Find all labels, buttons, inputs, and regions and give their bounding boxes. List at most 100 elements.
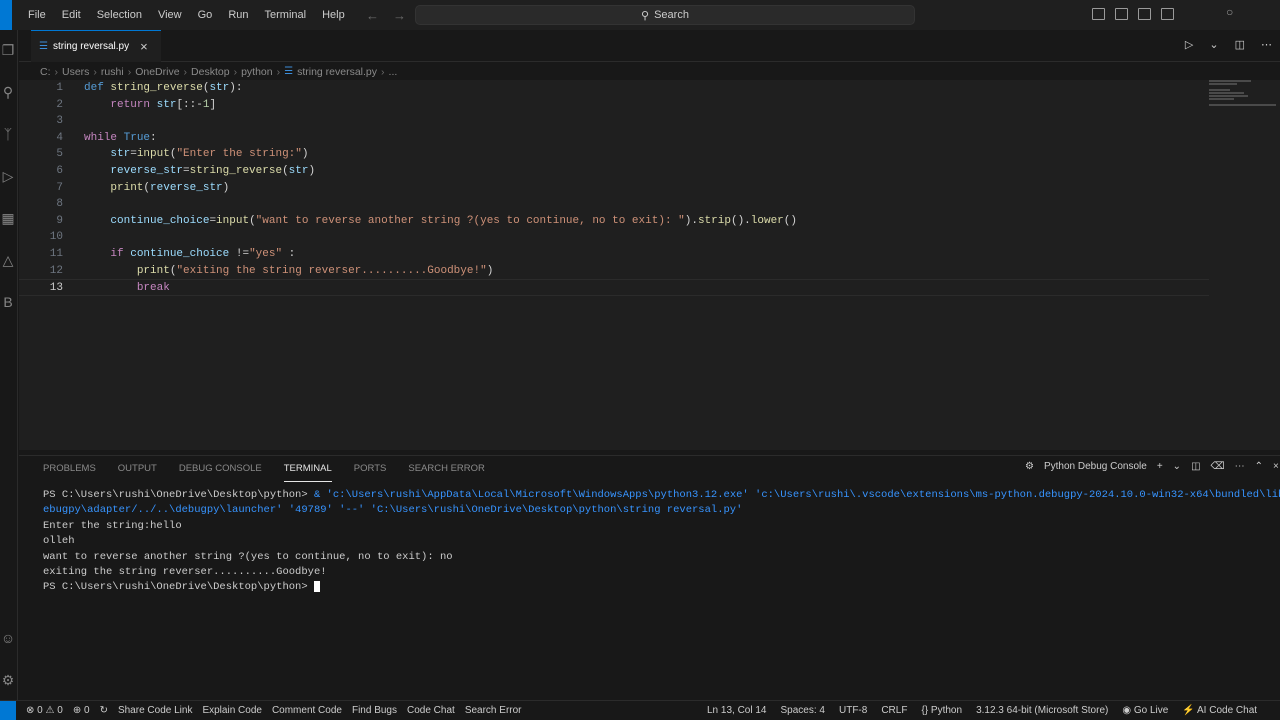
breadcrumb-python[interactable]: python [241, 66, 273, 78]
explain-code[interactable]: Explain Code [202, 705, 261, 716]
search-error[interactable]: Search Error [465, 705, 522, 716]
run-debug-icon[interactable]: ▷ [0, 168, 16, 184]
command-center-search[interactable]: ⚲ Search [415, 5, 915, 25]
back-arrow-icon[interactable]: ← [366, 8, 379, 23]
status-bar: ⊗ 0 ⚠ 0 ⊕ 0 ↻ Share Code Link Explain Co… [0, 700, 1280, 720]
new-terminal-icon[interactable]: + [1157, 461, 1163, 472]
tab-search-error[interactable]: SEARCH ERROR [408, 462, 485, 482]
breadcrumb-symbol[interactable]: ... [389, 66, 398, 78]
tab-output[interactable]: OUTPUT [118, 462, 157, 482]
testing-icon[interactable]: △ [0, 252, 16, 268]
explorer-icon[interactable]: ❐ [0, 42, 16, 58]
extensions-icon[interactable]: ▦ [0, 210, 16, 226]
code-line[interactable]: 8 [19, 196, 1209, 213]
go-live[interactable]: ◉ Go Live [1122, 705, 1168, 716]
code-line[interactable]: 12 print("exiting the string reverser...… [19, 263, 1209, 280]
find-bugs[interactable]: Find Bugs [352, 705, 397, 716]
source-control-icon[interactable]: ᛉ [0, 126, 16, 142]
breadcrumb-rushi[interactable]: rushi [101, 66, 124, 78]
toggle-sidebar-icon[interactable] [1092, 8, 1105, 20]
close-panel-icon[interactable]: × [1273, 461, 1279, 472]
problems-status[interactable]: ⊗ 0 ⚠ 0 [26, 705, 63, 716]
share-icon[interactable]: ↻ [100, 705, 108, 716]
line-number: 6 [56, 164, 63, 177]
toggle-panel-icon[interactable] [1115, 8, 1128, 20]
more-actions-icon[interactable]: ⋯ [1261, 38, 1272, 51]
line-number: 13 [49, 282, 63, 295]
code-chat[interactable]: Code Chat [407, 705, 455, 716]
code-line[interactable]: 4 while True: [19, 130, 1209, 147]
trash-icon[interactable]: ⌫ [1211, 461, 1225, 472]
terminal-cursor [313, 581, 320, 593]
line-number: 12 [49, 264, 63, 277]
language-mode[interactable]: {} Python [921, 705, 962, 716]
menu-go[interactable]: Go [190, 0, 221, 30]
menu-edit[interactable]: Edit [54, 0, 89, 30]
terminal-profile-label[interactable]: Python Debug Console [1044, 461, 1147, 472]
search-icon[interactable]: ⚲ [0, 84, 16, 100]
forward-arrow-icon[interactable]: → [393, 8, 406, 23]
breadcrumb-drive[interactable]: C: [40, 66, 51, 78]
ports-status[interactable]: ⊕ 0 [73, 705, 90, 716]
toggle-secondary-sidebar-icon[interactable] [1138, 8, 1151, 20]
split-editor-icon[interactable]: ◫ [1235, 38, 1245, 51]
terminal-prompt-line[interactable]: PS C:\Users\rushi\OneDrive\Desktop\pytho… [43, 580, 1280, 595]
breadcrumb-file[interactable]: string reversal.py [297, 66, 377, 78]
more-actions-icon[interactable]: ⋯ [1235, 461, 1245, 472]
tab-terminal[interactable]: TERMINAL [283, 462, 332, 482]
menu-view[interactable]: View [150, 0, 190, 30]
line-number: 11 [49, 247, 63, 260]
restore-icon[interactable]: ○ [1226, 5, 1233, 19]
activity-bar: ❐ ⚲ ᛉ ▷ ▦ △ B ☺ ⚙ [0, 30, 18, 700]
split-terminal-icon[interactable]: ◫ [1191, 461, 1200, 472]
tab-problems[interactable]: PROBLEMS [43, 462, 96, 482]
tab-debug-console[interactable]: DEBUG CONSOLE [179, 462, 262, 482]
cursor-position[interactable]: Ln 13, Col 14 [707, 705, 767, 716]
terminal-line: olleh [43, 535, 75, 548]
indentation[interactable]: Spaces: 4 [781, 705, 825, 716]
menu-run[interactable]: Run [220, 0, 256, 30]
menu-terminal[interactable]: Terminal [257, 0, 315, 30]
code-line[interactable]: 6 reverse_str=string_reverse(str) [19, 163, 1209, 180]
code-line[interactable]: 13 break [19, 279, 1209, 296]
close-icon[interactable]: × [140, 39, 148, 54]
encoding[interactable]: UTF-8 [839, 705, 867, 716]
minimap[interactable] [1209, 80, 1279, 120]
code-line[interactable]: 10 [19, 229, 1209, 246]
code-line[interactable]: 2 return str[::-1] [19, 97, 1209, 114]
breadcrumb-onedrive[interactable]: OneDrive [135, 66, 179, 78]
maximize-panel-icon[interactable]: ⌃ [1255, 461, 1263, 472]
code-line[interactable]: 3 [19, 113, 1209, 130]
terminal-output[interactable]: PS C:\Users\rushi\OneDrive\Desktop\pytho… [43, 488, 1280, 596]
code-line[interactable]: 5 str=input("Enter the string:") [19, 146, 1209, 163]
account-icon[interactable]: ☺ [0, 630, 16, 646]
code-editor[interactable]: 1 def string_reverse(str): 2 return str[::… [19, 80, 1280, 450]
chevron-down-icon[interactable]: ⌄ [1209, 38, 1218, 51]
terminal-line: exiting the string reverser..........Goo… [43, 565, 327, 578]
tab-ports[interactable]: PORTS [354, 462, 387, 482]
menu-selection[interactable]: Selection [89, 0, 150, 30]
search-icon: ⚲ [641, 9, 650, 22]
code-area[interactable]: 1 def string_reverse(str): 2 return str[::… [19, 80, 1209, 296]
run-python-file-icon[interactable]: ▷ [1185, 38, 1193, 51]
gear-icon[interactable]: ⚙ [0, 672, 16, 688]
tab-string-reversal[interactable]: ☰ string reversal.py × [31, 30, 161, 62]
line-number: 5 [56, 148, 63, 161]
blackbox-icon[interactable]: B [0, 294, 16, 310]
share-code-link[interactable]: Share Code Link [118, 705, 193, 716]
code-line[interactable]: 11 if continue_choice !="yes" : [19, 246, 1209, 263]
code-line[interactable]: 7 print(reverse_str) [19, 180, 1209, 197]
customize-layout-icon[interactable] [1161, 8, 1174, 20]
menu-file[interactable]: File [20, 0, 54, 30]
breadcrumb-users[interactable]: Users [62, 66, 89, 78]
line-ending[interactable]: CRLF [881, 705, 907, 716]
breadcrumb-desktop[interactable]: Desktop [191, 66, 230, 78]
remote-indicator[interactable] [0, 701, 16, 720]
comment-code[interactable]: Comment Code [272, 705, 342, 716]
menu-help[interactable]: Help [314, 0, 353, 30]
code-line[interactable]: 1 def string_reverse(str): [19, 80, 1209, 97]
chevron-down-icon[interactable]: ⌄ [1173, 461, 1181, 472]
code-line[interactable]: 9 continue_choice=input("want to reverse… [19, 213, 1209, 230]
ai-code-chat[interactable]: ⚡ AI Code Chat [1182, 705, 1257, 716]
interpreter[interactable]: 3.12.3 64-bit (Microsoft Store) [976, 705, 1108, 716]
